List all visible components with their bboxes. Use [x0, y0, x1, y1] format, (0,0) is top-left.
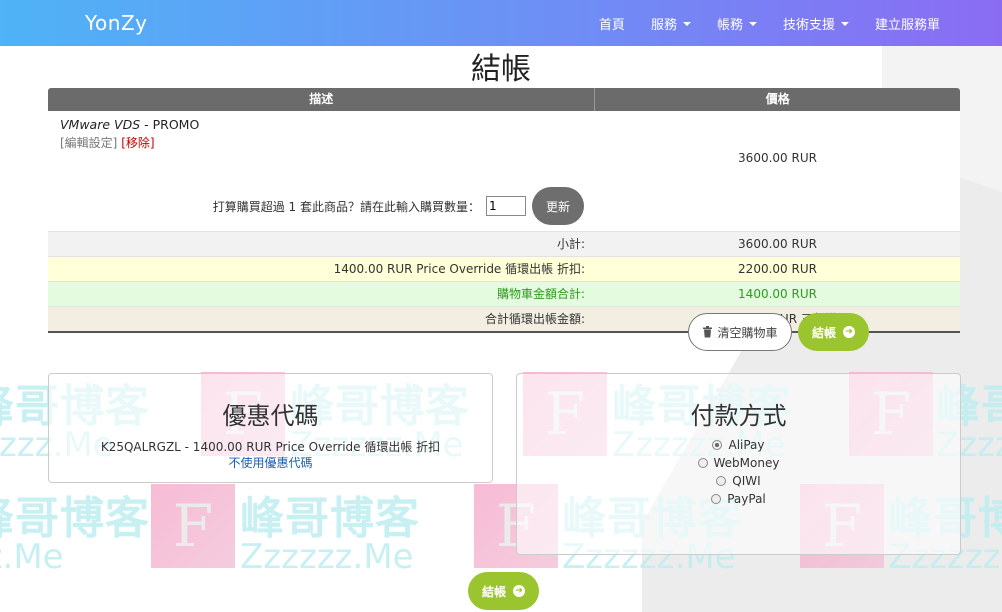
- watermark-url: Zzzzzz.Me: [0, 537, 64, 577]
- subtotal-row: 小計: 3600.00 RUR: [48, 231, 960, 256]
- subtotal-label: 小計:: [556, 237, 585, 251]
- checkout-bottom-button[interactable]: 結帳 ➜: [468, 572, 539, 610]
- promo-code-panel: 優惠代碼 K25QALRGZL - 1400.00 RUR Price Over…: [48, 373, 493, 483]
- payment-option-label: PayPal: [727, 492, 766, 506]
- cart-actions: 清空購物車 結帳 ➜: [688, 313, 869, 351]
- nav-home[interactable]: 首頁: [599, 14, 625, 33]
- watermark-logo: F: [151, 484, 235, 568]
- discount-row: 1400.00 RUR Price Override 循環出帳 折扣: 2200…: [48, 256, 960, 281]
- checkout-label: 結帳: [811, 325, 836, 340]
- caret-down-icon: [748, 21, 757, 26]
- checkout-bottom-label: 結帳: [481, 584, 506, 599]
- item-price: 3600.00 RUR: [738, 151, 817, 165]
- caret-down-icon: [682, 21, 691, 26]
- checkout-button[interactable]: 結帳 ➜: [798, 313, 869, 351]
- page-title: 結帳: [471, 52, 531, 87]
- trash-icon: [703, 326, 713, 338]
- caret-down-icon: [840, 21, 849, 26]
- quantity-input[interactable]: [486, 196, 526, 216]
- nav-open-ticket-label: 建立服務單: [874, 18, 940, 33]
- nav-services[interactable]: 服務: [651, 14, 691, 33]
- payment-option-alipay[interactable]: AliPay: [517, 436, 960, 454]
- nav-billing[interactable]: 帳務: [717, 14, 757, 33]
- promo-title: 優惠代碼: [222, 402, 319, 430]
- watermark-text: 峰哥博客: [240, 493, 420, 544]
- subtotal-value: 3600.00 RUR: [738, 237, 817, 251]
- item-separator: -: [140, 117, 153, 132]
- cart-table-header: 描述 價格: [48, 88, 960, 111]
- nav-support[interactable]: 技術支援: [783, 14, 849, 33]
- column-header-description: 描述: [48, 88, 596, 111]
- column-header-price: 價格: [765, 92, 790, 106]
- radio-icon[interactable]: [716, 475, 727, 486]
- arrow-right-icon: ➜: [513, 585, 525, 597]
- arrow-right-icon: ➜: [843, 326, 855, 338]
- payment-option-label: QIWI: [732, 474, 761, 488]
- applied-promo-code: K25QALRGZL - 1400.00 RUR Price Override …: [100, 440, 441, 454]
- radio-icon[interactable]: [711, 493, 722, 504]
- remove-promo-link[interactable]: 不使用優惠代碼: [49, 454, 492, 471]
- update-button[interactable]: 更新: [532, 187, 584, 225]
- nav-billing-label: 帳務: [716, 18, 743, 33]
- payment-options: AliPay WebMoney QIWI PayPal: [517, 436, 960, 508]
- total-label: 購物車金額合計:: [496, 287, 585, 301]
- watermark-text: 峰哥博客: [0, 493, 150, 544]
- empty-cart-button[interactable]: 清空購物車: [688, 313, 792, 351]
- quantity-row: 打算購買超過 1 套此商品？請在此輸入購買數量： 更新: [48, 187, 595, 225]
- empty-cart-label: 清空購物車: [717, 325, 778, 340]
- item-plan: PROMO: [152, 117, 200, 132]
- nav-services-label: 服務: [650, 18, 677, 33]
- recurring-label: 合計循環出帳金額:: [484, 312, 585, 326]
- payment-option-qiwi[interactable]: QIWI: [517, 472, 960, 490]
- payment-title: 付款方式: [690, 402, 787, 430]
- discount-value: 2200.00 RUR: [738, 262, 817, 276]
- radio-selected-icon[interactable]: [712, 439, 723, 450]
- radio-icon[interactable]: [697, 457, 708, 468]
- nav-home-label: 首頁: [598, 18, 625, 33]
- nav-support-label: 技術支援: [782, 18, 835, 33]
- payment-option-label: WebMoney: [713, 456, 780, 470]
- top-navbar: YonZy 首頁 服務 帳務 技術支援 建立服務單: [0, 0, 1002, 46]
- payment-option-paypal[interactable]: PayPal: [517, 490, 960, 508]
- quantity-prompt: 打算購買超過 1 套此商品？請在此輸入購買數量：: [212, 199, 480, 214]
- payment-option-label: AliPay: [728, 438, 765, 452]
- discount-label: 1400.00 RUR Price Override 循環出帳 折扣:: [333, 262, 585, 276]
- cart-item-row: VMware VDS - PROMO [編輯設定] [移除] 3600.00 R…: [48, 111, 960, 231]
- item-links: [編輯設定] [移除]: [60, 134, 155, 151]
- brand-logo[interactable]: YonZy: [85, 11, 148, 35]
- remove-item-link[interactable]: [移除]: [121, 136, 154, 150]
- main-nav: 首頁 服務 帳務 技術支援 建立服務單: [573, 14, 940, 33]
- total-value: 1400.00 RUR: [738, 287, 817, 301]
- edit-config-link[interactable]: [編輯設定]: [60, 136, 117, 150]
- nav-open-ticket[interactable]: 建立服務單: [875, 14, 940, 33]
- total-row: 購物車金額合計: 1400.00 RUR: [48, 281, 960, 306]
- payment-option-webmoney[interactable]: WebMoney: [517, 454, 960, 472]
- watermark-url: Zzzzzz.Me: [240, 537, 414, 577]
- item-product: VMware VDS: [60, 117, 141, 132]
- cart-table: 描述 價格 VMware VDS - PROMO [編輯設定] [移除] 360…: [48, 88, 960, 333]
- item-name: VMware VDS - PROMO: [60, 117, 199, 132]
- payment-method-panel: 付款方式 AliPay WebMoney QIWI PayPal: [516, 373, 961, 555]
